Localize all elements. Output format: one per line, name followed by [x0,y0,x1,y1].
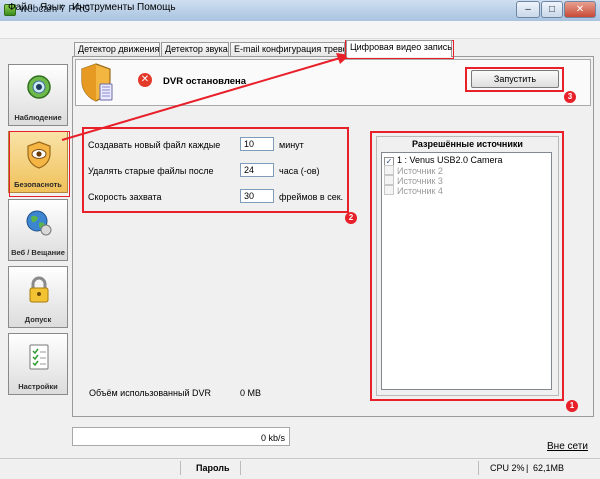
annotation-badge-2: 2 [345,212,357,224]
padlock-icon [29,276,49,303]
menu-file[interactable]: Файл [8,2,33,13]
tab-motion-detector[interactable]: Детектор движения [74,42,160,56]
tab-dvr[interactable]: Цифровая видео запись [346,40,452,57]
menu-tools[interactable]: Инструменты [72,2,134,13]
bandwidth-value: 0 kb/s [260,433,285,443]
status-separator [240,461,241,475]
annotation-box-3 [465,67,564,92]
nav-settings[interactable]: Настройки [8,333,68,395]
annotation-box-1 [370,131,564,401]
checklist-icon [29,344,49,370]
globe-icon [26,210,52,236]
dvr-shield-icon [81,63,113,102]
status-memory: 62,1MB [533,463,565,473]
annotation-box-2 [82,127,349,213]
menu-bar [0,21,600,39]
annotation-badge-1: 1 [566,400,578,412]
tab-email-alerts[interactable]: E-mail конфигурация тревог [230,42,345,56]
menu-help[interactable]: Помощь [137,2,176,13]
offline-link[interactable]: Вне сети [547,441,588,452]
annotation-box-nav [9,131,70,197]
annotation-badge-3: 3 [564,91,576,103]
nav-observation[interactable]: Наблюдение [8,64,68,126]
status-separator-pipe: | [526,463,529,473]
eye-icon [27,75,51,99]
dvr-volume-label: Объём использованный DVR [89,388,211,398]
close-button[interactable]: ✕ [564,1,596,18]
dvr-status-text: DVR остановлена [163,76,247,87]
maximize-button[interactable]: □ [541,1,563,18]
status-separator [180,461,181,475]
error-icon: ✕ [138,73,152,87]
status-separator [478,461,479,475]
nav-web-broadcast[interactable]: Веб / Вещание [8,199,68,261]
dvr-volume-value: 0 MB [240,388,262,398]
minimize-button[interactable]: – [516,1,540,18]
status-cpu: CPU 2% [490,463,525,473]
menu-language[interactable]: Язык [40,2,63,13]
nav-access[interactable]: Допуск [8,266,68,328]
tab-sound-detector[interactable]: Детектор звука [161,42,229,56]
status-password[interactable]: Пароль [196,463,230,473]
